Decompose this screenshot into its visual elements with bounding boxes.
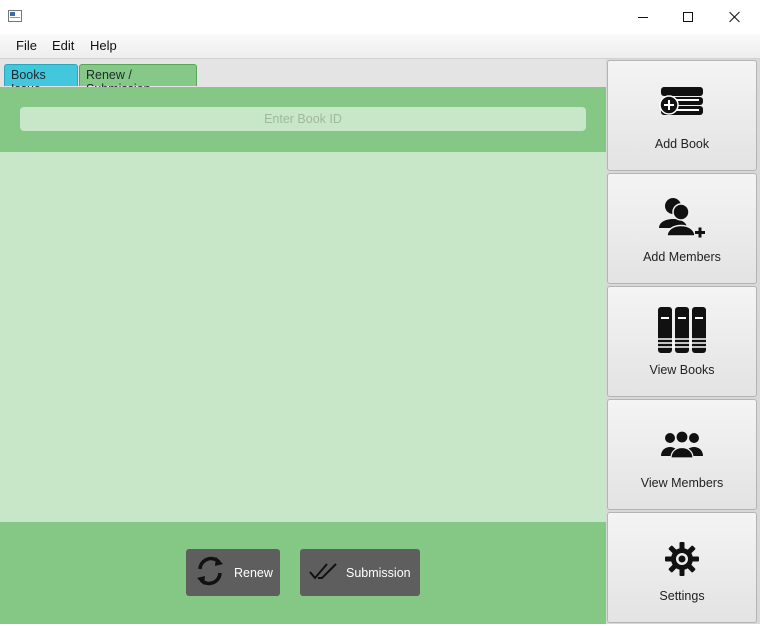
settings-label: Settings xyxy=(659,589,705,603)
menu-file[interactable]: File xyxy=(16,38,37,53)
maximize-icon xyxy=(683,12,693,22)
add-members-button[interactable]: Add Members xyxy=(607,173,757,284)
title-bar xyxy=(0,0,760,34)
view-members-button[interactable]: View Members xyxy=(607,399,757,510)
submission-label: Submission xyxy=(346,565,411,580)
tab-books-issue[interactable]: Books Issue xyxy=(4,64,78,96)
add-book-button[interactable]: Add Book xyxy=(607,60,757,171)
refresh-icon xyxy=(192,553,228,592)
book-details-area xyxy=(0,152,606,522)
add-book-label: Add Book xyxy=(654,137,710,151)
gear-icon xyxy=(664,541,700,580)
book-id-input[interactable] xyxy=(20,107,586,131)
search-panel xyxy=(0,87,606,152)
menu-edit[interactable]: Edit xyxy=(52,38,74,53)
minimize-button[interactable] xyxy=(620,0,666,34)
tab-strip: Books Issue Renew / Submission xyxy=(0,59,606,96)
close-icon xyxy=(729,11,741,23)
renew-label: Renew xyxy=(234,565,273,580)
menu-help[interactable]: Help xyxy=(90,38,117,53)
submission-button[interactable]: Submission xyxy=(300,549,420,596)
sidebar: Add Book Add Members View Books View Mem… xyxy=(606,59,760,624)
menu-bar: File Edit Help xyxy=(0,34,760,59)
add-book-icon xyxy=(657,83,707,126)
close-button[interactable] xyxy=(712,0,758,34)
add-user-icon xyxy=(657,196,707,245)
group-icon xyxy=(658,430,706,463)
view-members-label: View Members xyxy=(640,476,724,490)
renew-button[interactable]: Renew xyxy=(186,549,280,596)
add-members-label: Add Members xyxy=(643,250,721,264)
tab-renew-submission[interactable]: Renew / Submission xyxy=(79,64,197,96)
view-books-button[interactable]: View Books xyxy=(607,286,757,397)
books-icon xyxy=(656,305,708,360)
minimize-icon xyxy=(638,16,648,18)
double-check-icon xyxy=(308,561,340,584)
view-books-label: View Books xyxy=(649,363,715,377)
settings-button[interactable]: Settings xyxy=(607,512,757,623)
maximize-button[interactable] xyxy=(665,0,711,34)
window-icon xyxy=(8,10,22,22)
action-panel: Renew Submission xyxy=(0,522,606,624)
